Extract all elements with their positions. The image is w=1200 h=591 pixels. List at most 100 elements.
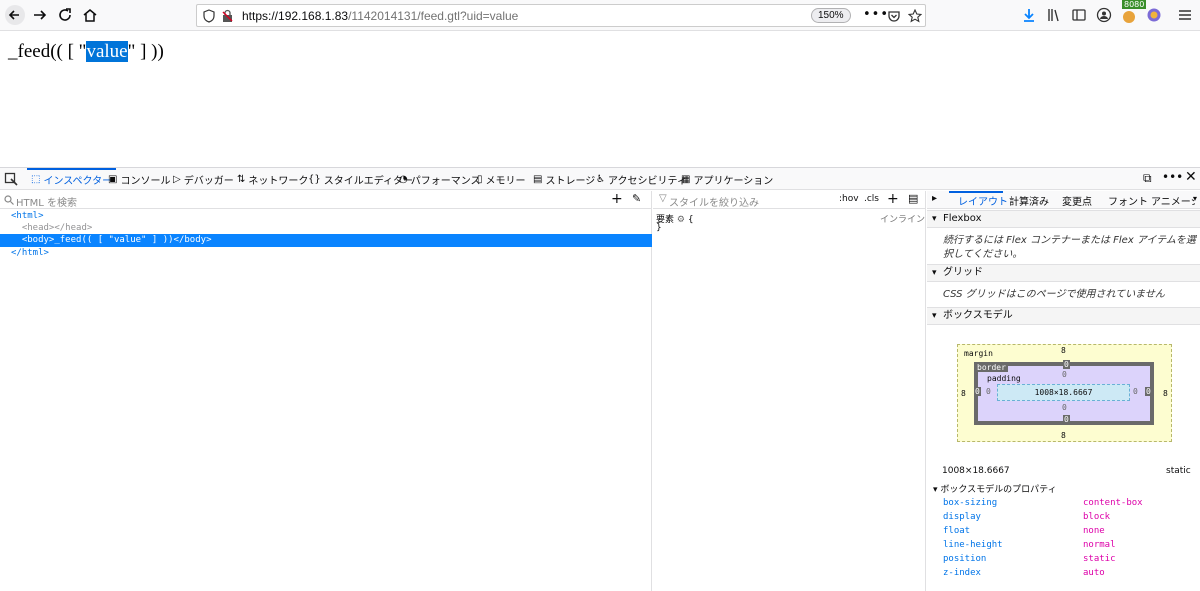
back-arrow-icon (5, 5, 25, 25)
print-media-icon[interactable]: ▤ (908, 192, 918, 205)
menu-button[interactable] (1174, 4, 1196, 26)
padding-right[interactable]: 0 (1133, 387, 1138, 396)
hov-toggle[interactable]: :hov (839, 194, 859, 204)
tab-changes[interactable]: 変更点 (1062, 193, 1092, 208)
tab-label: メモリー (485, 175, 526, 187)
inline-label: インライン (880, 215, 926, 225)
prop-value: none (1083, 526, 1105, 536)
back-button[interactable] (3, 3, 27, 27)
tab-storage[interactable]: ▤ ストレージ (533, 168, 595, 190)
tab-animations[interactable]: アニメーション (1151, 193, 1195, 208)
element-position: static (1166, 466, 1191, 476)
cls-toggle[interactable]: .cls (864, 194, 879, 204)
home-button[interactable] (78, 3, 102, 27)
reload-button[interactable] (53, 3, 77, 27)
tab-accessibility[interactable]: ♿ アクセシビリティ (596, 168, 687, 190)
feed-prefix: _feed(( [ " (8, 41, 87, 62)
home-icon (83, 9, 97, 22)
flexbox-section-header[interactable]: Flexbox (927, 210, 1200, 228)
margin-right[interactable]: 8 (1163, 389, 1168, 398)
content-box[interactable]: 1008×18.6667 (997, 384, 1130, 401)
tab-memory[interactable]: ▯ メモリー (477, 168, 526, 190)
reload-icon (59, 8, 71, 21)
padding-label: padding (987, 374, 1021, 383)
devtools-close-icon[interactable]: ✕ (1185, 169, 1197, 185)
downloads-button[interactable] (1018, 4, 1040, 26)
account-icon (1096, 7, 1112, 23)
account-button[interactable] (1093, 4, 1115, 26)
page-viewport: _feed(( [ "value" ] )) (0, 32, 1200, 166)
prop-name: box-sizing (943, 498, 998, 508)
border-left[interactable]: 0 (974, 387, 981, 396)
accessibility-icon: ♿ (596, 173, 605, 185)
tree-node-body[interactable]: <body>_feed(( [ "value" ] ))</body> (0, 234, 652, 247)
add-rule-icon[interactable]: + (887, 191, 899, 207)
tab-inspector[interactable]: ⬚ インスペクター (26, 168, 117, 190)
extension-8080-button[interactable]: 8080 (1118, 0, 1147, 26)
devtools-more-icon[interactable]: ••• (1162, 170, 1183, 184)
padding-left[interactable]: 0 (986, 387, 991, 396)
tab-label: アプリケーション (693, 175, 774, 187)
highlighted-value: value (86, 41, 128, 62)
download-arrow-icon (1024, 9, 1034, 22)
tab-label: パフォーマンス (410, 175, 481, 187)
markup-pane: HTML を検索 + ✎ <html> <head></head> <body>… (0, 191, 652, 591)
performance-icon: ◔ (399, 173, 408, 185)
tab-style-editor[interactable]: {} スタイルエディター (308, 168, 413, 190)
margin-left[interactable]: 8 (961, 389, 966, 398)
styles-filter-input[interactable]: スタイルを絞り込み (669, 194, 759, 209)
margin-label: margin (964, 349, 993, 358)
padding-top[interactable]: 0 (1062, 370, 1067, 379)
url-text[interactable]: https://192.168.1.83/1142014131/feed.gtl… (242, 9, 518, 23)
margin-bottom[interactable]: 8 (1061, 431, 1066, 440)
library-button[interactable] (1043, 4, 1065, 26)
page-actions-icon[interactable]: ••• (863, 7, 889, 22)
forward-button[interactable] (28, 3, 52, 27)
tab-fonts[interactable]: フォント (1108, 193, 1148, 208)
tab-label: デバッガー (183, 175, 234, 187)
tab-debugger[interactable]: ▷ デバッガー (173, 168, 234, 190)
boxmodel-section-header[interactable]: ボックスモデル (927, 307, 1200, 325)
tab-network[interactable]: ⇅ ネットワーク (237, 168, 308, 190)
border-top[interactable]: 0 (1063, 360, 1070, 369)
html-search-row: HTML を検索 + ✎ (0, 191, 651, 209)
sidebar-button[interactable] (1068, 4, 1090, 26)
boxmodel-props-header[interactable]: ▾ ボックスモデルのプロパティ (933, 482, 1057, 495)
toggle-sidebar-icon[interactable]: ▸ (932, 193, 937, 204)
tab-label: アクセシビリティ (607, 175, 687, 187)
grid-section-header[interactable]: グリッド (927, 264, 1200, 282)
zoom-indicator[interactable]: 150% (811, 8, 851, 23)
tab-computed[interactable]: 計算済み (1009, 193, 1049, 208)
sidebar-icon (1072, 9, 1086, 21)
tabs-overflow-icon[interactable]: ▾ (1193, 194, 1197, 203)
prop-name: line-height (943, 540, 1003, 550)
eyedropper-icon[interactable]: ✎ (632, 192, 641, 205)
tab-console[interactable]: ▣ コンソール (108, 168, 170, 190)
html-search-input[interactable]: HTML を検索 (16, 194, 77, 209)
boxmodel-props-title: ボックスモデルのプロパティ (940, 485, 1057, 495)
element-size: 1008×18.6667 (942, 466, 1010, 476)
tab-layout[interactable]: レイアウト (958, 193, 1008, 208)
pocket-icon[interactable] (887, 9, 901, 23)
browser-toolbar: https://192.168.1.83/1142014131/feed.gtl… (0, 0, 1200, 31)
extension-button[interactable] (1143, 4, 1165, 26)
dock-icon[interactable]: ⧉ (1143, 171, 1152, 186)
tab-application[interactable]: ▦ アプリケーション (681, 168, 773, 190)
element-picker-icon[interactable] (4, 172, 18, 186)
insecure-lock-icon[interactable] (221, 9, 235, 23)
tree-node-html-close[interactable]: </html> (0, 247, 652, 260)
sidebar-tabs: ▸ レイアウト 計算済み 変更点 フォント アニメーション ▾ (927, 191, 1200, 209)
prop-value: block (1083, 512, 1111, 522)
margin-top[interactable]: 8 (1061, 346, 1066, 355)
border-right[interactable]: 0 (1145, 387, 1152, 396)
border-bottom[interactable]: 0 (1063, 415, 1070, 424)
url-host: https://192.168.1.83 (242, 9, 349, 23)
padding-bottom[interactable]: 0 (1062, 403, 1067, 412)
url-bar[interactable]: https://192.168.1.83/1142014131/feed.gtl… (196, 4, 926, 27)
bookmark-star-icon[interactable] (908, 9, 922, 23)
inspector-icon: ⬚ (31, 173, 41, 185)
globe-extension-icon (1147, 8, 1161, 22)
tab-performance[interactable]: ◔ パフォーマンス (399, 168, 481, 190)
shield-icon[interactable] (202, 9, 216, 23)
add-node-icon[interactable]: + (611, 191, 623, 207)
